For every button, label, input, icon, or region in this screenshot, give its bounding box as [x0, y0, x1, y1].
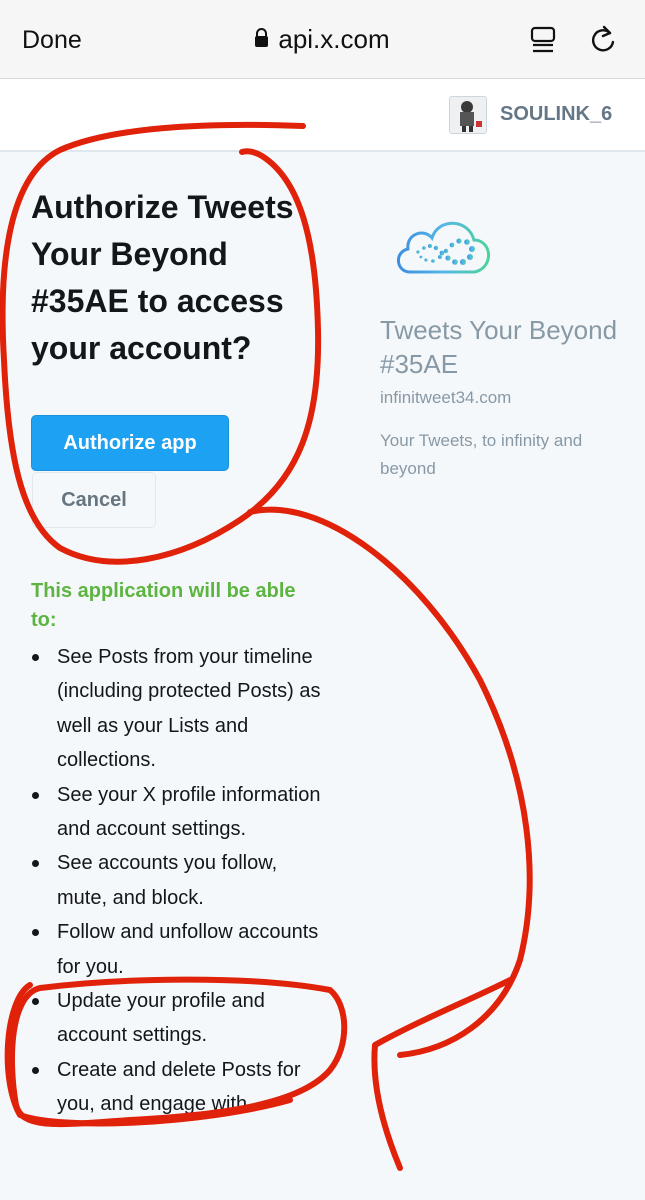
permissions-list: See Posts from your timeline (including … — [31, 640, 321, 1122]
url-text: api.x.com — [278, 24, 390, 54]
permission-item: Update your profile and account settings… — [31, 984, 321, 1053]
avatar-image — [450, 97, 486, 133]
cancel-button[interactable]: Cancel — [32, 472, 156, 528]
reader-icon[interactable] — [530, 26, 558, 54]
permission-item: See your X profile information and accou… — [31, 778, 321, 847]
app-name: Tweets Your Beyond #35AE — [380, 315, 618, 379]
avatar[interactable] — [449, 96, 487, 134]
permission-item: Create and delete Posts for you, and eng… — [31, 1053, 321, 1122]
browser-toolbar: Done api.x.com — [0, 0, 645, 79]
permissions-heading: This application will be able to: — [31, 580, 296, 631]
permission-item: See Posts from your timeline (including … — [31, 640, 321, 778]
permission-item: See accounts you follow, mute, and block… — [31, 846, 321, 915]
app-logo-icon — [397, 221, 490, 274]
page-title: Authorize Tweets Your Beyond #35AE to ac… — [31, 189, 294, 366]
app-description: Your Tweets, to infinity and beyond — [380, 431, 583, 478]
authorize-app-button[interactable]: Authorize app — [31, 415, 229, 471]
lock-icon — [255, 28, 269, 47]
app-domain-link[interactable]: infinitweet34.com — [380, 388, 511, 408]
account-username[interactable]: SOULINK_6 — [500, 103, 612, 126]
reload-icon[interactable] — [590, 25, 618, 55]
permission-item: Follow and unfollow accounts for you. — [31, 915, 321, 984]
